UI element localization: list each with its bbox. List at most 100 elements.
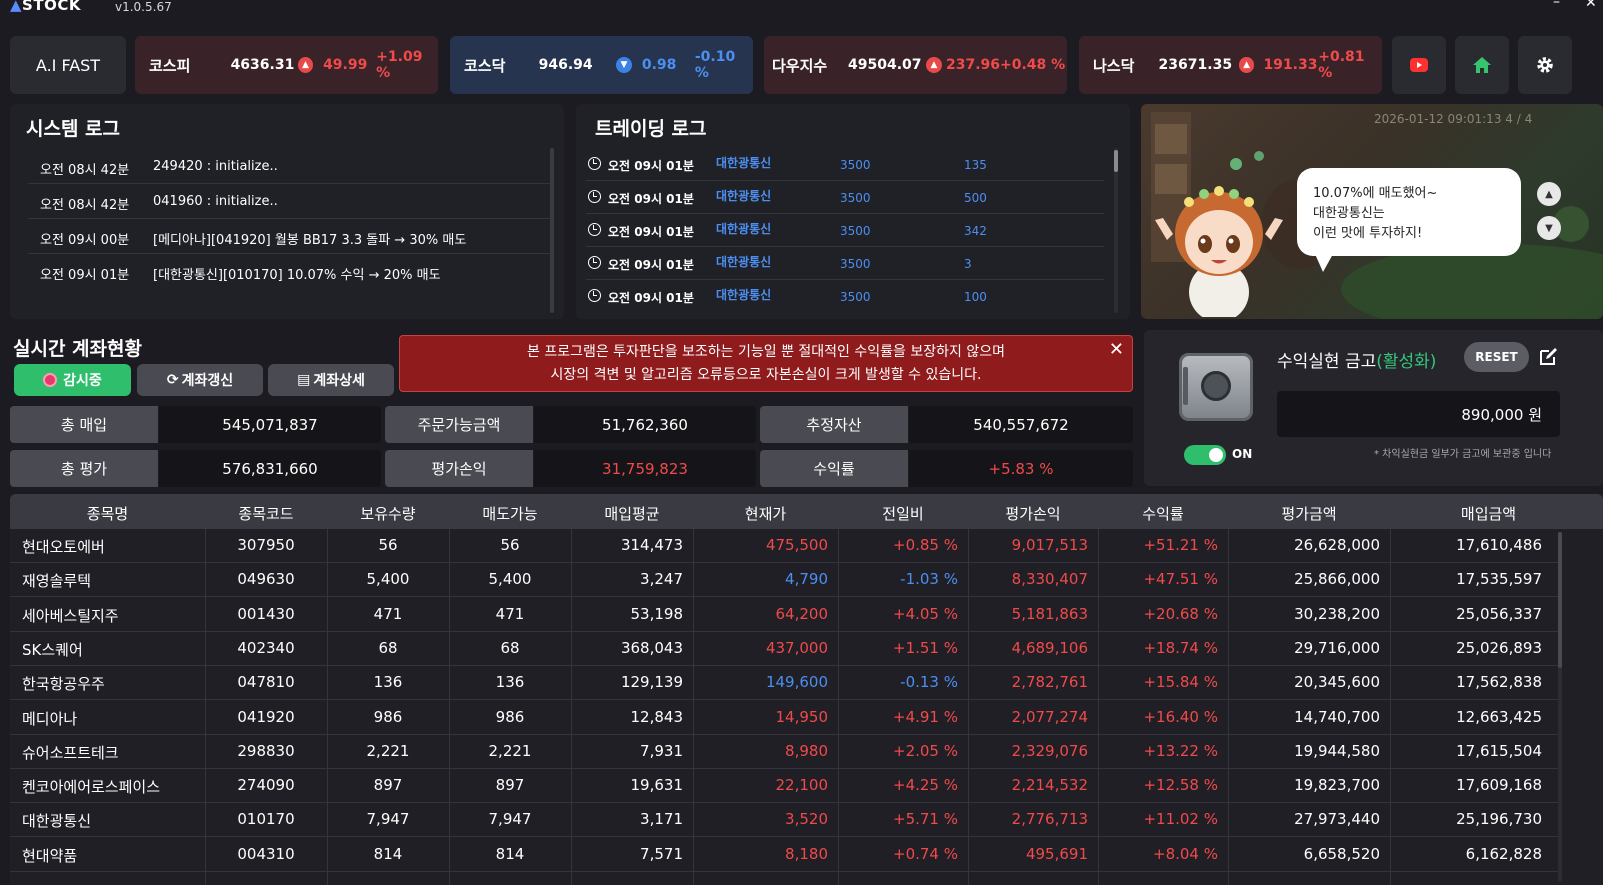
cell-avg-price: 7,571 xyxy=(640,844,683,863)
cell-eval-amount: 27,973,440 xyxy=(1294,810,1380,829)
arrow-up-icon: ▲ xyxy=(1238,57,1255,73)
ticker-change: 237.96 xyxy=(946,57,1001,73)
cell-day-change: +0.74 % xyxy=(893,844,958,863)
prev-message-button[interactable]: ▲ xyxy=(1537,182,1561,206)
close-icon[interactable]: ✕ xyxy=(1109,338,1124,361)
table-row[interactable]: 대한광통신 010170 7,947 7,947 3,171 3,520 +5.71 % 2,… xyxy=(10,803,1558,838)
cell-return-rate: +20.68 % xyxy=(1143,604,1218,623)
cell-avg-price: 7,931 xyxy=(640,741,683,760)
table-row[interactable]: 슈어소프트테크 298830 2,221 2,221 7,931 8,980 +2.05 %… xyxy=(10,735,1558,769)
next-message-button[interactable]: ▼ xyxy=(1537,216,1561,240)
safe-toggle-switch[interactable] xyxy=(1184,445,1226,465)
cell-buy-amount: 25,026,893 xyxy=(1456,638,1542,657)
clock-icon xyxy=(588,190,601,203)
total-eval-label: 총 평가 xyxy=(10,450,158,487)
cell-avg-price: 368,043 xyxy=(620,638,683,657)
refresh-account-button[interactable]: ⟳ 계좌갱신 xyxy=(137,364,263,396)
scrollbar-thumb[interactable] xyxy=(1114,150,1118,172)
cell-sellable-qty: 136 xyxy=(495,673,525,692)
cell-current-price: 4,790 xyxy=(785,570,828,589)
ticker-nasdaq: 나스닥 23671.35 ▲ 191.33 +0.81 % xyxy=(1079,36,1382,94)
window-close-button[interactable]: ✕ xyxy=(1585,0,1597,11)
log-message: 249420 : initialize.. xyxy=(153,159,278,174)
edit-icon[interactable] xyxy=(1538,347,1558,367)
cell-stock-name: 현대약품 xyxy=(22,846,78,865)
col-header: 매도가능 xyxy=(482,505,538,523)
scrollbar-thumb[interactable] xyxy=(550,148,554,313)
cell-sellable-qty: 897 xyxy=(495,776,525,795)
trade-qty: 100 xyxy=(964,290,987,304)
table-row[interactable]: 켄코아에어로스페이스 274090 897 897 19,631 22,100 +4.25 … xyxy=(10,769,1558,804)
trade-price: 3500 xyxy=(840,257,871,271)
ai-fast-button[interactable]: A.I FAST xyxy=(10,36,126,94)
cell-buy-amount: 25,056,337 xyxy=(1456,604,1542,623)
cell-buy-amount: 17,610,486 xyxy=(1456,536,1542,554)
cell-avg-price: 3,171 xyxy=(640,810,683,829)
cell-stock-code: 010170 xyxy=(237,810,295,829)
cell-eval-pl: 2,776,713 xyxy=(1011,810,1088,829)
cell-sellable-qty: 2,221 xyxy=(488,741,532,760)
system-log-scrollbar[interactable] xyxy=(550,148,554,313)
cell-stock-code: 402340 xyxy=(237,638,295,657)
record-icon xyxy=(43,373,58,387)
cell-holding-qty: 986 xyxy=(373,707,403,726)
home-button[interactable] xyxy=(1455,36,1509,94)
cell-holding-qty: 56 xyxy=(378,536,398,554)
holdings-table: 종목명 종목코드 보유수량 매도가능 매입평균 현재가 전일비 평가손익 수익률… xyxy=(10,494,1603,885)
table-row[interactable]: 세아베스틸지주 001430 471 471 53,198 64,200 +4.05 % 5,… xyxy=(10,598,1558,632)
trading-log-scrollbar[interactable] xyxy=(1114,148,1118,313)
cell-eval-pl: 495,691 xyxy=(1025,844,1088,863)
cell-buy-amount: 17,609,168 xyxy=(1456,776,1542,795)
monitoring-button[interactable]: 감시중 xyxy=(14,364,131,396)
trade-stock: 대한광통신 xyxy=(716,189,772,203)
cell-stock-name: 재영솔루텍 xyxy=(22,572,92,591)
scrollbar-thumb[interactable] xyxy=(1558,532,1562,668)
log-message: 041960 : initialize.. xyxy=(153,194,278,209)
warning-banner: 본 프로그램은 투자판단을 보조하는 기능일 뿐 절대적인 수익률을 보장하지 … xyxy=(399,335,1133,392)
clock-icon xyxy=(588,223,601,236)
table-scrollbar[interactable] xyxy=(1558,532,1562,882)
table-row[interactable]: 현대약품 004310 814 814 7,571 8,180 +0.74 % 495,691… xyxy=(10,838,1558,872)
settings-button[interactable] xyxy=(1518,36,1572,94)
table-row[interactable]: SK스퀘어 402340 68 68 368,043 437,000 +1.51 % 4,68… xyxy=(10,632,1558,666)
trade-row: 오전 09시 01분 대한광통신 3500 500 xyxy=(586,181,1104,214)
table-row[interactable]: 재영솔루텍 049630 5,400 5,400 3,247 4,790 -1.03 % 8,… xyxy=(10,563,1558,598)
arrow-up-icon: ▲ xyxy=(926,57,942,73)
cell-holding-qty: 471 xyxy=(373,604,403,623)
system-log-title: 시스템 로그 xyxy=(26,118,121,140)
safe-amount-field[interactable]: 890,000 원 xyxy=(1277,391,1560,437)
system-log-panel: 시스템 로그 오전 08시 42분 249420 : initialize.. 오… xyxy=(10,104,564,319)
youtube-icon xyxy=(1410,58,1428,72)
cell-day-change: -0.13 % xyxy=(900,673,958,692)
bubble-line: 10.07%에 매도했어~ xyxy=(1313,186,1438,201)
youtube-button[interactable] xyxy=(1392,36,1446,94)
cell-buy-amount: 17,562,838 xyxy=(1456,673,1542,692)
cell-holding-qty: 68 xyxy=(378,638,398,657)
cell-stock-name: SK스퀘어 xyxy=(22,640,83,659)
reset-button[interactable]: RESET xyxy=(1464,342,1529,372)
ticker-percent: -0.10 % xyxy=(694,49,736,81)
table-row[interactable]: 메디아나 041920 986 986 12,843 14,950 +4.91 % 2,077… xyxy=(10,701,1558,735)
cell-stock-name: 대한광통신 xyxy=(22,812,92,831)
warning-line: 본 프로그램은 투자판단을 보조하는 기능일 뿐 절대적인 수익률을 보장하지 … xyxy=(527,344,1005,360)
col-header: 평가금액 xyxy=(1281,505,1337,523)
log-row: 오전 08시 42분 041960 : initialize.. xyxy=(28,184,552,219)
account-detail-button[interactable]: ▤ 계좌상세 xyxy=(268,364,394,396)
ticker-name: 코스피 xyxy=(149,56,191,75)
table-row[interactable]: 현대오토에버 307950 56 56 314,473 475,500 +0.85 % 9,0… xyxy=(10,529,1558,563)
estimated-asset-label: 추정자산 xyxy=(760,406,908,443)
trade-stock: 대한광통신 xyxy=(716,222,772,236)
window-minimize-button[interactable]: – xyxy=(1553,0,1560,10)
cell-eval-pl: 2,077,274 xyxy=(1011,707,1088,726)
cell-day-change: +4.91 % xyxy=(893,707,958,726)
cell-day-change: +2.05 % xyxy=(893,741,958,760)
cell-eval-amount: 29,716,000 xyxy=(1294,638,1380,657)
table-row[interactable]: 한국항공우주 047810 136 136 129,139 149,600 -0.13 % 2… xyxy=(10,666,1558,701)
cell-day-change: +1.51 % xyxy=(893,638,958,657)
cell-return-rate: +8.04 % xyxy=(1153,844,1218,863)
app-version: v1.0.5.67 xyxy=(115,0,172,14)
trade-time: 오전 09시 01분 xyxy=(608,291,694,305)
log-message: [대한광통신][010170] 10.07% 수익 → 20% 매도 xyxy=(153,268,441,283)
cell-stock-code: 041920 xyxy=(237,707,295,726)
trade-price: 3500 xyxy=(840,191,871,205)
